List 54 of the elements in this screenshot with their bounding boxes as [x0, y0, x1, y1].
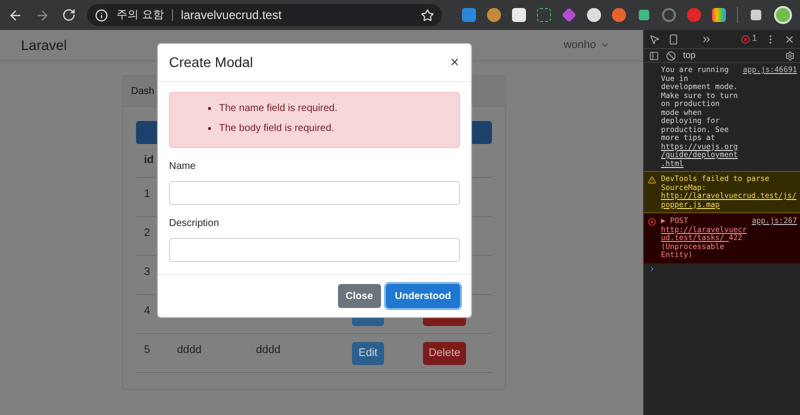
warning-icon: [648, 176, 656, 184]
table-cell-text: 4: [144, 304, 150, 319]
extension-icon[interactable]: [712, 8, 726, 22]
more-tabs-icon[interactable]: [701, 34, 712, 44]
forward-icon[interactable]: [34, 8, 50, 22]
table-cell-text: dddd: [177, 343, 202, 358]
field-label: Name: [169, 160, 197, 174]
back-icon[interactable]: [8, 8, 23, 22]
table-cell-text: 2: [144, 226, 150, 241]
console-prompt[interactable]: ›: [649, 264, 656, 274]
error-message: The body field is required.: [219, 122, 334, 136]
card-title: Dash: [131, 84, 154, 98]
error-icon: [648, 218, 656, 226]
info-icon: [95, 8, 108, 22]
close-button[interactable]: ×: [450, 55, 459, 70]
context-select[interactable]: top: [683, 48, 763, 62]
security-label: 주의 요함: [116, 6, 164, 23]
profile-avatar[interactable]: [774, 6, 792, 24]
settings-icon[interactable]: [785, 50, 795, 60]
extension-icon[interactable]: [638, 10, 650, 20]
reload-icon[interactable]: [62, 8, 76, 22]
field-label: Description: [169, 217, 220, 231]
clear-icon[interactable]: [666, 50, 676, 60]
edit-button[interactable]: Edit: [352, 342, 384, 365]
error-message: The name field is required.: [219, 102, 338, 116]
bullet-icon: [208, 107, 211, 110]
extension-icon[interactable]: [750, 10, 762, 20]
address-bar[interactable]: 주의 요함 laravelvuecrud.test: [87, 4, 442, 26]
extension-icon[interactable]: [487, 8, 501, 22]
brand-link[interactable]: Laravel: [21, 34, 67, 56]
input-field[interactable]: [169, 238, 460, 262]
extension-icon[interactable]: [587, 8, 601, 22]
table-cell-text: 3: [144, 265, 150, 280]
close-button[interactable]: Close: [338, 284, 381, 308]
table-cell-text: 5: [144, 343, 150, 358]
column-header: id: [144, 153, 154, 168]
error-icon: [740, 34, 750, 44]
user-menu[interactable]: wonho: [564, 36, 610, 54]
close-icon[interactable]: [784, 34, 795, 44]
bullet-icon: [208, 127, 211, 130]
extension-icon[interactable]: [512, 8, 526, 22]
input-field[interactable]: [169, 181, 460, 205]
bookmark-star-icon[interactable]: [421, 8, 434, 22]
table-cell-text: 1: [144, 187, 150, 202]
table-cell-text: dddd: [256, 343, 280, 358]
sidebar-icon[interactable]: [649, 50, 659, 60]
error-count[interactable]: 1: [752, 32, 757, 46]
url-text: laravelvuecrud.test: [180, 7, 283, 24]
modal-title: Create Modal: [169, 53, 254, 72]
device-icon[interactable]: [668, 34, 679, 44]
inspect-icon[interactable]: [649, 34, 660, 44]
understood-button[interactable]: Understood: [386, 284, 460, 308]
delete-button[interactable]: Delete: [423, 342, 466, 365]
extension-icon[interactable]: [537, 8, 551, 22]
